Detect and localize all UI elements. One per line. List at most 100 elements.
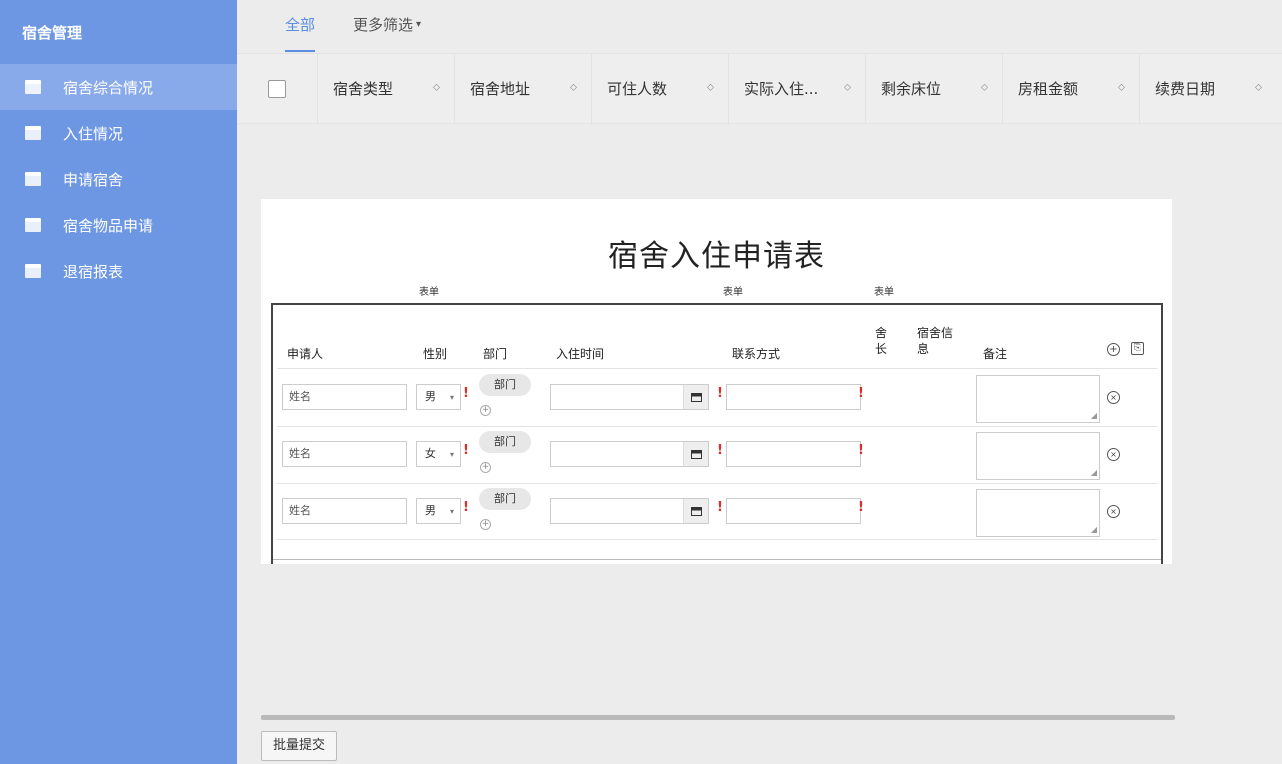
- gender-select[interactable]: 男 ▾: [416, 498, 461, 524]
- gender-value: 男: [425, 390, 436, 403]
- column-label: 剩余床位: [881, 80, 942, 98]
- required-mark: !: [463, 443, 469, 458]
- sort-icon[interactable]: ⬦: [570, 82, 577, 93]
- sidebar-item-label: 申请宿舍: [63, 170, 124, 189]
- required-mark: !: [463, 500, 469, 515]
- gender-value: 女: [425, 447, 436, 460]
- department-tag[interactable]: 部门: [479, 488, 531, 510]
- folder-icon: [24, 171, 42, 187]
- sidebar-item-label: 入住情况: [63, 124, 124, 143]
- form-title: 宿舍入住申请表: [608, 239, 825, 274]
- add-department-icon[interactable]: +: [480, 462, 491, 473]
- required-mark: !: [717, 386, 723, 401]
- remark-textarea[interactable]: ◢: [976, 375, 1100, 423]
- select-all-checkbox[interactable]: [268, 79, 286, 98]
- header-dorm-info-line2: 息: [917, 342, 930, 356]
- column-header-rent[interactable]: 房租金额 ⬦: [1002, 53, 1139, 124]
- contact-input[interactable]: [726, 498, 861, 524]
- calendar-icon[interactable]: [683, 499, 708, 523]
- header-department: 部门: [483, 347, 508, 361]
- horizontal-scrollbar[interactable]: [261, 715, 1175, 720]
- add-department-icon[interactable]: +: [480, 405, 491, 416]
- form-row: 姓名 男 ▾ ! 部门 + ! ! ◢ ×: [273, 486, 1161, 542]
- header-applicant: 申请人: [287, 347, 324, 361]
- column-header-dorm-address[interactable]: 宿舍地址 ⬦: [454, 53, 591, 124]
- divider: [277, 426, 1157, 427]
- calendar-icon[interactable]: [683, 385, 708, 409]
- sidebar-item-checkout-report[interactable]: 退宿报表: [0, 248, 237, 294]
- divider: [273, 559, 1161, 560]
- resize-grip-icon[interactable]: ◢: [1091, 412, 1097, 420]
- batch-submit-button[interactable]: 批量提交: [261, 731, 337, 761]
- column-header-free-beds[interactable]: 剩余床位 ⬦: [865, 53, 1002, 124]
- sort-icon[interactable]: ⬦: [981, 82, 988, 93]
- add-department-icon[interactable]: +: [480, 519, 491, 530]
- folder-icon: [24, 263, 42, 279]
- caret-down-icon: ▾: [416, 19, 422, 30]
- column-label: 实际入住...: [744, 80, 819, 98]
- copy-icon[interactable]: ⎘: [1131, 342, 1144, 355]
- header-dorm-head-line2: 长: [875, 342, 888, 356]
- sort-icon[interactable]: ⬦: [844, 82, 851, 93]
- department-tag[interactable]: 部门: [479, 431, 531, 453]
- tab-more-filter-label: 更多筛选: [353, 15, 414, 34]
- folder-icon: [24, 79, 42, 95]
- form-row: 姓名 女 ▾ ! 部门 + ! ! ◢ ×: [273, 429, 1161, 485]
- form-row: 姓名 男 ▾ ! 部门 + ! ! ◢ ×: [273, 372, 1161, 428]
- header-dorm-head: 舍 长: [875, 325, 887, 357]
- gender-select[interactable]: 女 ▾: [416, 441, 461, 467]
- divider: [277, 368, 1157, 369]
- tab-all[interactable]: 全部: [285, 0, 316, 54]
- delete-row-icon[interactable]: ×: [1107, 391, 1120, 404]
- header-dorm-head-line1: 舍: [875, 326, 888, 340]
- sidebar-item-apply-dorm[interactable]: 申请宿舍: [0, 156, 237, 202]
- column-label: 续费日期: [1155, 80, 1216, 98]
- header-remark: 备注: [983, 347, 1008, 361]
- contact-input[interactable]: [726, 384, 861, 410]
- column-label: 房租金额: [1018, 80, 1079, 98]
- remark-textarea[interactable]: ◢: [976, 432, 1100, 480]
- table-header: 宿舍类型 ⬦ 宿舍地址 ⬦ 可住人数 ⬦ 实际入住... ⬦ 剩余床位 ⬦ 房租金额 ⬦ 续…: [237, 53, 1282, 124]
- resize-grip-icon[interactable]: ◢: [1091, 526, 1097, 534]
- sort-icon[interactable]: ⬦: [1118, 82, 1125, 93]
- column-header-renew-date[interactable]: 续费日期 ⬦: [1139, 53, 1276, 124]
- delete-row-icon[interactable]: ×: [1107, 505, 1120, 518]
- form-preview-card: 宿舍入住申请表 表单 表单 表单 申请人 性别 部门 入住时间 联系方式 舍 长…: [261, 199, 1172, 564]
- remark-textarea[interactable]: ◢: [976, 489, 1100, 537]
- column-header-capacity[interactable]: 可住人数 ⬦: [591, 53, 728, 124]
- calendar-icon[interactable]: [683, 442, 708, 466]
- required-mark: !: [858, 386, 864, 401]
- sidebar-item-label: 宿舍物品申请: [63, 216, 154, 235]
- header-checkin-time: 入住时间: [556, 347, 605, 361]
- folder-icon: [24, 217, 42, 233]
- sidebar-item-dorm-overview[interactable]: 宿舍综合情况: [0, 64, 237, 110]
- checkin-date-input[interactable]: [550, 441, 709, 467]
- sidebar-item-checkin-status[interactable]: 入住情况: [0, 110, 237, 156]
- resize-grip-icon[interactable]: ◢: [1091, 469, 1097, 477]
- department-tag[interactable]: 部门: [479, 374, 531, 396]
- add-row-icon[interactable]: +: [1107, 343, 1120, 356]
- column-header-dorm-type[interactable]: 宿舍类型 ⬦: [317, 53, 454, 124]
- applicant-name-input[interactable]: 姓名: [282, 441, 407, 467]
- sidebar-title: 宿舍管理: [22, 24, 83, 42]
- column-header-occupied[interactable]: 实际入住... ⬦: [728, 53, 865, 124]
- checkin-date-input[interactable]: [550, 498, 709, 524]
- sort-icon[interactable]: ⬦: [707, 82, 714, 93]
- sidebar-item-dorm-supplies[interactable]: 宿舍物品申请: [0, 202, 237, 248]
- application-form: 申请人 性别 部门 入住时间 联系方式 舍 长 宿舍信 息 备注 + ⎘ 姓名 …: [271, 303, 1163, 564]
- form-meta-left: 表单: [419, 287, 439, 298]
- sort-icon[interactable]: ⬦: [433, 82, 440, 93]
- divider: [277, 539, 1157, 540]
- applicant-name-input[interactable]: 姓名: [282, 384, 407, 410]
- required-mark: !: [463, 386, 469, 401]
- sidebar-item-label: 宿舍综合情况: [63, 78, 154, 97]
- filter-tabs: 全部 更多筛选 ▾: [237, 0, 1282, 54]
- checkin-date-input[interactable]: [550, 384, 709, 410]
- gender-select[interactable]: 男 ▾: [416, 384, 461, 410]
- contact-input[interactable]: [726, 441, 861, 467]
- applicant-name-input[interactable]: 姓名: [282, 498, 407, 524]
- required-mark: !: [858, 443, 864, 458]
- sort-icon[interactable]: ⬦: [1255, 82, 1262, 93]
- delete-row-icon[interactable]: ×: [1107, 448, 1120, 461]
- tab-more-filter[interactable]: 更多筛选 ▾: [353, 0, 421, 54]
